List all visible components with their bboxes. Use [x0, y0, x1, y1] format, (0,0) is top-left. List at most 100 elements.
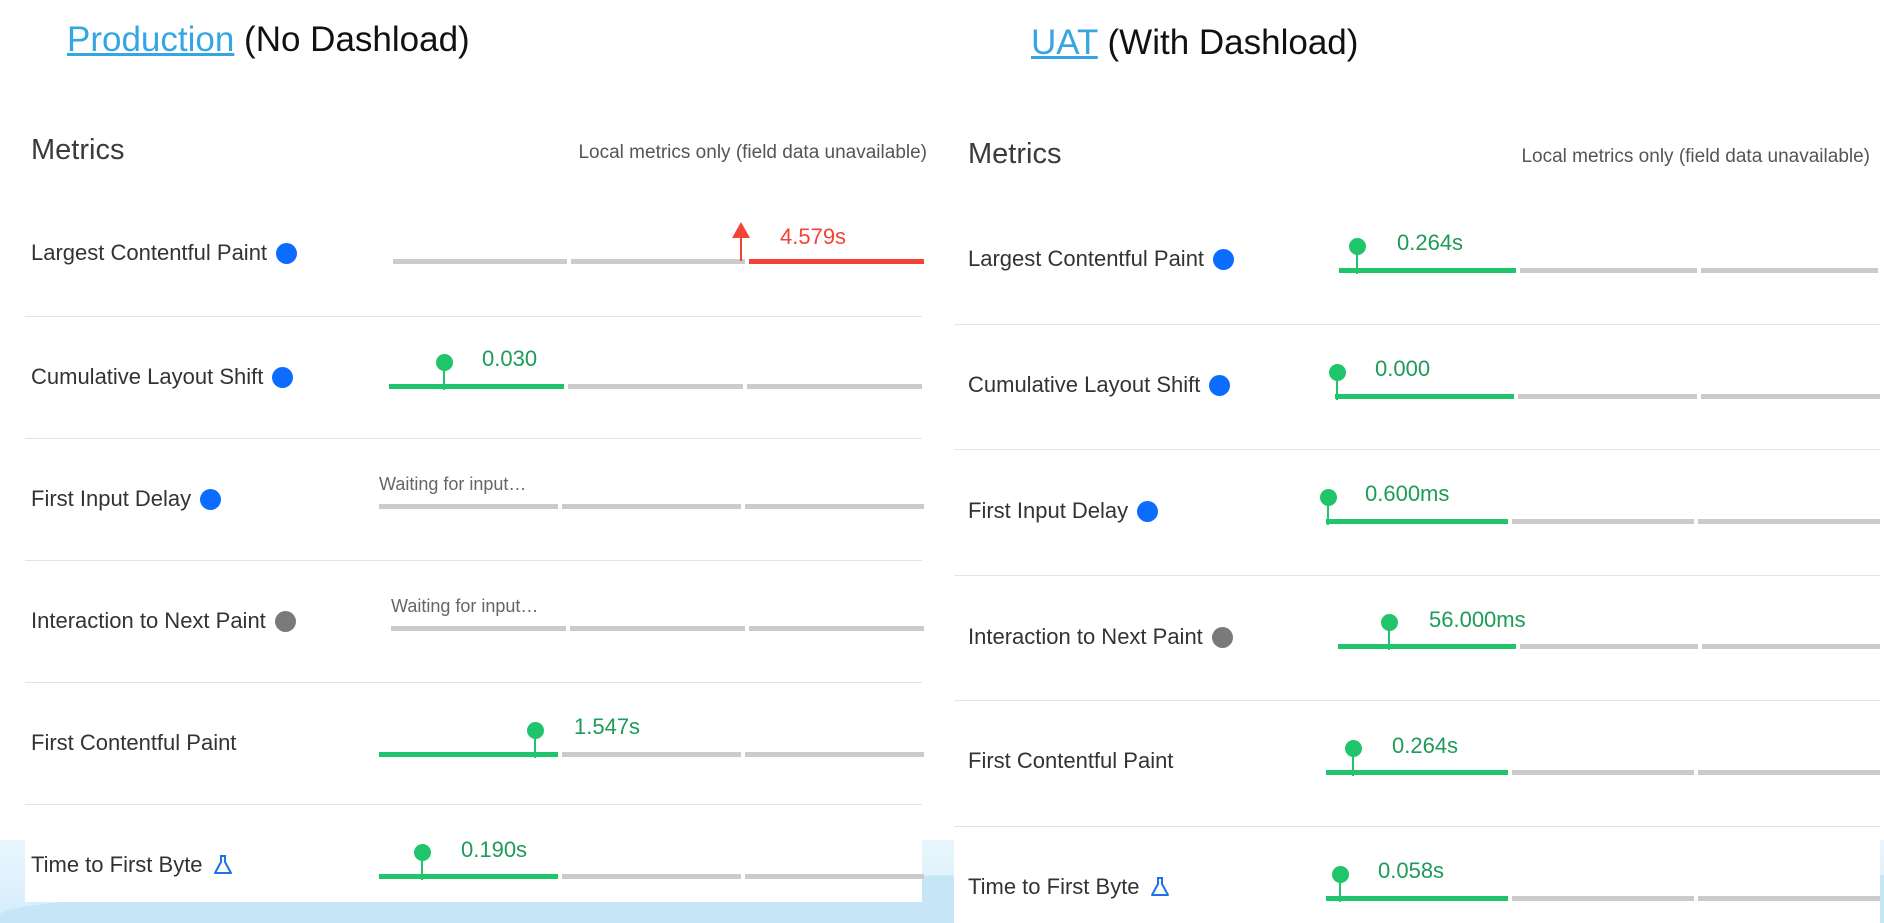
flask-icon[interactable] [1149, 876, 1171, 898]
flask-icon[interactable] [212, 854, 234, 876]
row-divider [25, 560, 922, 561]
track-segment [1338, 644, 1516, 649]
metric-track [379, 504, 924, 509]
metric-name-largest-contentful-paint: Largest Contentful Paint [968, 246, 1235, 272]
metric-track [1326, 519, 1880, 524]
track-segment [393, 259, 567, 264]
track-segment [1698, 519, 1880, 524]
metric-label: Cumulative Layout Shift [968, 372, 1201, 397]
metric-track [1338, 644, 1880, 649]
info-dot-icon[interactable] [1213, 248, 1235, 270]
metric-track [1339, 268, 1880, 273]
metric-value: 1.547s [574, 714, 641, 739]
metric-name-first-contentful-paint: First Contentful Paint [31, 730, 236, 756]
row-divider [25, 804, 922, 805]
track-segment [1520, 644, 1698, 649]
right-metrics-panel: Metrics Local metrics only (field data u… [954, 126, 1880, 923]
track-segment [1512, 896, 1694, 901]
track-segment [747, 384, 922, 389]
info-dot-icon[interactable] [272, 366, 294, 388]
track-segment [570, 626, 745, 631]
row-divider [25, 438, 922, 439]
metric-name-interaction-to-next-paint: Interaction to Next Paint [968, 624, 1233, 650]
metric-name-cumulative-layout-shift: Cumulative Layout Shift [31, 364, 294, 390]
track-segment [745, 504, 924, 509]
track-segment [1702, 644, 1880, 649]
right-heading-suffix: (With Dashload) [1097, 23, 1359, 62]
row-divider [954, 575, 1880, 576]
info-dot-icon[interactable] [200, 488, 222, 510]
track-segment [391, 626, 566, 631]
metric-label: Largest Contentful Paint [968, 246, 1205, 271]
left-metrics-panel: Metrics Local metrics only (field data u… [25, 122, 927, 902]
metric-label: Largest Contentful Paint [31, 240, 268, 265]
track-segment [1335, 394, 1514, 399]
track-segment [379, 504, 558, 509]
info-dot-icon[interactable] [1209, 374, 1231, 396]
metric-label: Time to First Byte [31, 852, 203, 877]
track-segment [389, 384, 564, 389]
metric-value: 0.190s [461, 837, 528, 862]
metric-track [1326, 770, 1880, 775]
row-divider [954, 449, 1880, 450]
track-segment [749, 259, 924, 264]
pin-head [1332, 866, 1349, 883]
metric-name-time-to-first-byte: Time to First Byte [31, 852, 234, 878]
metric-name-time-to-first-byte: Time to First Byte [968, 874, 1171, 900]
pin-head [1349, 238, 1366, 255]
pin-head [1381, 614, 1398, 631]
pin-head [436, 354, 453, 371]
metric-label: Interaction to Next Paint [968, 624, 1203, 649]
metric-label: First Input Delay [968, 498, 1129, 523]
info-dot-icon[interactable] [1137, 500, 1159, 522]
uat-link[interactable]: UAT [1031, 23, 1098, 62]
track-segment [562, 752, 741, 757]
metric-track [393, 259, 924, 264]
row-divider [954, 324, 1880, 325]
track-segment [1518, 394, 1697, 399]
pin-head [414, 844, 431, 861]
metric-track [1326, 896, 1880, 901]
row-divider [25, 682, 922, 683]
metrics-title: Metrics [968, 138, 1062, 170]
info-dot-icon[interactable] [276, 242, 298, 264]
waiting-label: Waiting for input… [379, 474, 527, 494]
metric-label: First Contentful Paint [968, 748, 1174, 773]
track-segment [1512, 770, 1694, 775]
metric-name-first-input-delay: First Input Delay [31, 486, 222, 512]
metric-name-first-contentful-paint: First Contentful Paint [968, 748, 1173, 774]
poor-marker-arrow-icon [732, 222, 750, 238]
metric-track [389, 384, 924, 389]
track-segment [1698, 770, 1880, 775]
production-link[interactable]: Production [67, 20, 234, 59]
track-segment [1512, 519, 1694, 524]
metric-value: 4.579s [780, 224, 847, 249]
track-segment [562, 874, 741, 879]
local-metrics-note: Local metrics only (field data unavailab… [578, 142, 927, 163]
info-dot-gray-icon[interactable] [274, 610, 296, 632]
metric-track [391, 626, 924, 631]
metric-value: 0.000 [1375, 356, 1431, 381]
info-dot-gray-icon[interactable] [1211, 626, 1233, 648]
metric-label: First Contentful Paint [31, 730, 237, 755]
track-segment [1701, 394, 1880, 399]
waiting-label: Waiting for input… [391, 596, 539, 616]
metric-value: 56.000ms [1429, 607, 1526, 632]
metric-value: 0.264s [1392, 733, 1459, 758]
metric-label: First Input Delay [31, 486, 192, 511]
metric-name-first-input-delay: First Input Delay [968, 498, 1159, 524]
track-segment [379, 752, 558, 757]
metric-track [379, 752, 924, 757]
track-segment [1326, 519, 1508, 524]
track-segment [1339, 268, 1516, 273]
track-segment [1326, 896, 1508, 901]
pin-head [527, 722, 544, 739]
metric-track [379, 874, 924, 879]
metric-name-largest-contentful-paint: Largest Contentful Paint [31, 240, 298, 266]
track-segment [1701, 268, 1878, 273]
metric-value: 0.030 [482, 346, 538, 371]
left-heading: Production (No Dashload) [67, 20, 470, 60]
track-segment [1698, 896, 1880, 901]
row-divider [954, 826, 1880, 827]
track-segment [568, 384, 743, 389]
